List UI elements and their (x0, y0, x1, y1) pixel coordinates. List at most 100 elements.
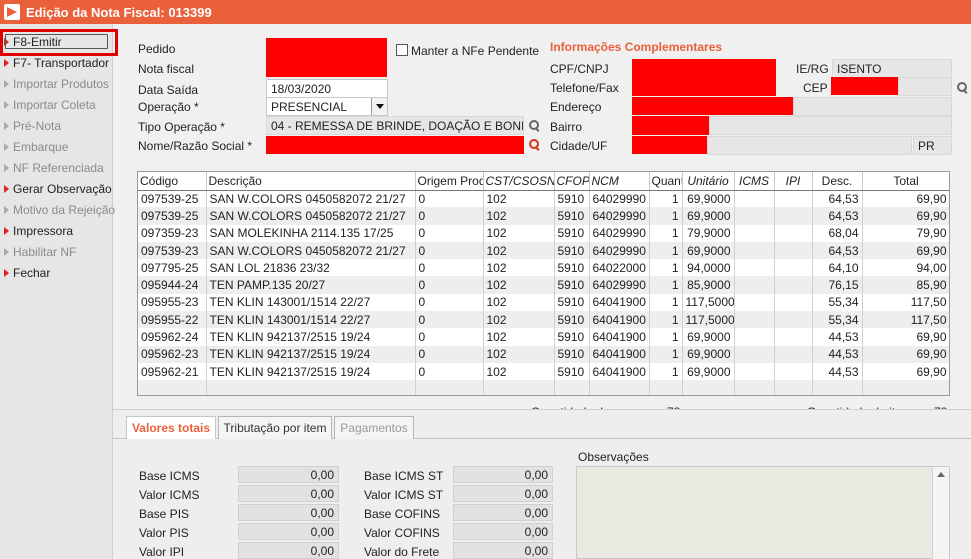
operacao-select[interactable]: PRESENCIAL (266, 97, 388, 116)
table-row[interactable]: 097795-25 SAN LOL 21836 23/32 0 102 5910 6402… (138, 259, 949, 277)
sidebar-item-impressora[interactable]: Impressora (2, 221, 112, 241)
uf-field[interactable]: PR (913, 136, 952, 155)
sidebar-item-gerar-observacao[interactable]: Gerar Observação (2, 179, 112, 199)
search-icon[interactable] (529, 139, 540, 150)
search-icon[interactable] (957, 82, 968, 93)
triangle-right-icon (4, 185, 9, 193)
col-codigo[interactable]: Código (138, 172, 207, 191)
valor-frete-field[interactable]: 0,00 (453, 542, 553, 559)
cell-ncm: 64041900 (589, 362, 650, 381)
cell-ncm: 64029990 (589, 207, 650, 225)
base-icms-field[interactable]: 0,00 (238, 466, 339, 483)
table-row[interactable]: 095962-23 TEN KLIN 942137/2515 19/24 0 102 5… (138, 345, 949, 363)
col-cst[interactable]: CST/CSOSN (483, 172, 555, 191)
data-saida-input[interactable]: 18/03/2020 (266, 79, 388, 98)
col-cfop[interactable]: CFOP (554, 172, 590, 191)
empty-cell (734, 380, 775, 395)
cell-cst: 102 (483, 207, 555, 225)
triangle-right-icon (4, 248, 9, 256)
sidebar-item-embarque[interactable]: Embarque (2, 137, 112, 157)
cell-codigo: 095962-24 (138, 328, 207, 346)
cell-cst: 102 (483, 345, 555, 363)
cell-ipi (774, 293, 813, 312)
observacoes-scrollbar[interactable] (932, 467, 949, 559)
cell-codigo: 097359-23 (138, 224, 207, 242)
cell-desc: 55,34 (812, 311, 863, 329)
bairro-extra-field[interactable] (709, 116, 952, 135)
valor-icms-field[interactable]: 0,00 (238, 485, 339, 502)
cell-icms (734, 259, 775, 277)
observacoes-textarea[interactable] (576, 466, 950, 559)
tab-pagamentos[interactable]: Pagamentos (334, 416, 414, 439)
scroll-up-icon[interactable] (937, 472, 945, 477)
search-icon[interactable] (529, 120, 540, 131)
sidebar-item-importar-produtos[interactable]: Importar Produtos (2, 74, 112, 94)
table-row[interactable]: 095962-21 TEN KLIN 942137/2515 19/24 0 102 5… (138, 362, 949, 381)
ie-rg-field[interactable]: ISENTO (832, 59, 952, 78)
sidebar-item-label: Motivo da Rejeição (13, 203, 116, 217)
col-descricao[interactable]: Descrição (206, 172, 416, 191)
triangle-right-icon (4, 206, 9, 214)
observacoes-label: Observações (578, 450, 649, 464)
base-icms-st-field[interactable]: 0,00 (453, 466, 553, 483)
triangle-right-icon (4, 59, 9, 67)
cell-unitario: 69,9000 (682, 190, 735, 208)
table-row[interactable]: 095955-23 TEN KLIN 143001/1514 22/27 0 102 5… (138, 293, 949, 312)
cell-desc: 76,15 (812, 276, 863, 294)
sidebar-item-habilitar-nf[interactable]: Habilitar NF (2, 242, 112, 262)
cell-codigo: 097795-25 (138, 259, 207, 277)
col-ipi[interactable]: IPI (774, 172, 813, 191)
cell-total: 85,90 (862, 276, 949, 294)
valor-cofins-field[interactable]: 0,00 (453, 523, 553, 540)
table-row[interactable]: 095955-22 TEN KLIN 143001/1514 22/27 0 102 5… (138, 311, 949, 329)
col-origem[interactable]: Origem Prod (415, 172, 484, 191)
col-icms[interactable]: ICMS (734, 172, 775, 191)
sidebar-item-fechar[interactable]: Fechar (2, 263, 112, 283)
tipo-operacao-field[interactable]: 04 - REMESSA DE BRINDE, DOAÇÃO E BONIFIC… (266, 116, 524, 135)
manter-pendente-checkbox[interactable] (396, 44, 408, 56)
sidebar-item-importar-coleta[interactable]: Importar Coleta (2, 95, 112, 115)
col-desc[interactable]: Desc. (812, 172, 863, 191)
cep-extra-field[interactable] (898, 77, 952, 96)
valor-ipi-field[interactable]: 0,00 (238, 542, 339, 559)
table-row[interactable]: 097539-25 SAN W.COLORS 0450582072 21/27 0 1… (138, 207, 949, 225)
col-quant[interactable]: Quant (649, 172, 683, 191)
cell-unitario: 117,5000 (682, 311, 735, 329)
tab-tributacao-item[interactable]: Tributação por item (218, 416, 332, 439)
table-row[interactable]: 097539-23 SAN W.COLORS 0450582072 21/27 0 1… (138, 241, 949, 260)
cell-icms (734, 241, 775, 260)
empty-row[interactable] (138, 380, 949, 395)
table-row[interactable]: 095944-24 TEN PAMP.135 20/27 0 102 5910 64029… (138, 276, 949, 294)
base-pis-field[interactable]: 0,00 (238, 504, 339, 521)
base-cofins-field[interactable]: 0,00 (453, 504, 553, 521)
sidebar-item-f7-transportador[interactable]: F7- Transportador (2, 53, 112, 73)
sidebar-item-pre-nota[interactable]: Pré-Nota (2, 116, 112, 136)
col-total[interactable]: Total (862, 172, 949, 191)
endereco-extra-field[interactable] (793, 97, 952, 116)
cell-quant: 1 (649, 311, 683, 329)
col-ncm[interactable]: NCM (589, 172, 650, 191)
cell-codigo: 097539-25 (138, 190, 207, 208)
table-row[interactable]: 097539-25 SAN W.COLORS 0450582072 21/27 0 1… (138, 190, 949, 208)
cidade-extra-field[interactable] (707, 136, 912, 155)
cell-ncm: 64041900 (589, 328, 650, 346)
items-grid[interactable]: Código Descrição Origem Prod CST/CSOSN C… (137, 171, 950, 396)
cell-descricao: TEN KLIN 942137/2515 19/24 (206, 345, 416, 363)
cell-ipi (774, 241, 813, 260)
cell-codigo: 097539-25 (138, 207, 207, 225)
table-row[interactable]: 095962-24 TEN KLIN 942137/2515 19/24 0 102 5… (138, 328, 949, 346)
chevron-down-icon[interactable] (371, 98, 387, 115)
redacted-bairro (632, 116, 709, 135)
cell-cfop: 5910 (554, 241, 590, 260)
valor-pis-field[interactable]: 0,00 (238, 523, 339, 540)
table-row[interactable]: 097359-23 SAN MOLEKINHA 2114.135 17/25 0 10… (138, 224, 949, 242)
sidebar-item-nf-referenciada[interactable]: NF Referenciada (2, 158, 112, 178)
cell-cst: 102 (483, 259, 555, 277)
cell-codigo: 097539-23 (138, 241, 207, 260)
cell-desc: 55,34 (812, 293, 863, 312)
tab-valores-totais[interactable]: Valores totais (126, 416, 216, 439)
cell-total: 79,90 (862, 224, 949, 242)
sidebar-item-motivo-rejeicao[interactable]: Motivo da Rejeição (2, 200, 116, 220)
valor-icms-st-field[interactable]: 0,00 (453, 485, 553, 502)
col-unitario[interactable]: Unitário (682, 172, 735, 191)
